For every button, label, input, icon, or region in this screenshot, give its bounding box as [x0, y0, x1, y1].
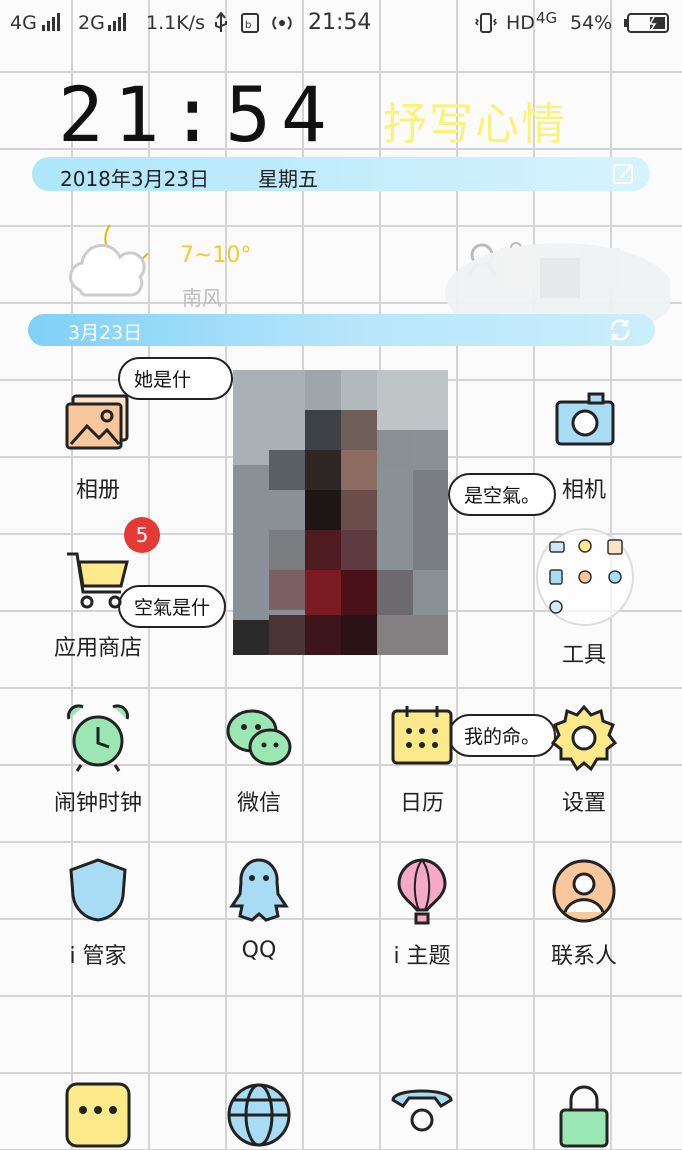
date-bar[interactable]: 2018年3月23日 星期五	[32, 157, 650, 191]
refresh-icon[interactable]	[607, 317, 633, 343]
app-label-imanager: i 管家	[69, 944, 127, 969]
app-label-itheme: i 主题	[393, 944, 451, 969]
status-bar: 4G 2G 1.1K/s b 21:54 HD 4G 54%	[0, 0, 682, 46]
app-label-store: 应用商店	[53, 636, 142, 661]
date-text: 2018年3月23日	[60, 167, 210, 191]
app-label-qq: QQ	[241, 938, 277, 963]
app-phone[interactable]	[352, 1080, 492, 1150]
app-camera[interactable]: 相机	[514, 390, 654, 504]
network-2g-label: 2G	[78, 12, 105, 34]
app-label-wechat: 微信	[236, 791, 281, 816]
network-4g-label-2: 4G	[536, 9, 558, 27]
tools-folder-icons	[549, 539, 623, 614]
vibrate-icon	[474, 13, 498, 33]
app-label-camera: 相机	[561, 478, 606, 503]
globe-icon	[227, 1083, 291, 1147]
app-browser[interactable]	[189, 1080, 329, 1150]
clock-widget-time[interactable]: 21:54	[58, 70, 337, 159]
app-store[interactable]: 应用商店	[28, 548, 168, 662]
app-label-calendar: 日历	[399, 791, 444, 816]
app-messages[interactable]	[28, 1080, 168, 1150]
svg-text:b: b	[245, 20, 251, 31]
weather-date: 3月23日	[68, 322, 143, 344]
temperature-range: 7~10°	[180, 243, 252, 268]
alarm-clock-icon	[67, 704, 129, 772]
app-itheme[interactable]: i 主题	[352, 856, 492, 970]
gallery-icon	[65, 394, 129, 450]
app-gallery[interactable]: 相册	[28, 390, 168, 504]
debug-icon: b	[241, 13, 259, 33]
gear-icon	[550, 704, 618, 772]
qq-penguin-icon	[229, 858, 289, 922]
app-label-alarm-clock: 闹钟时钟	[53, 791, 142, 816]
app-calendar[interactable]: 日历	[352, 703, 492, 817]
app-alarm-clock[interactable]: 闹钟时钟	[28, 703, 168, 817]
hotspot-icon	[272, 16, 292, 30]
app-label-tools: 工具	[561, 643, 606, 668]
calendar-icon	[391, 706, 453, 765]
person-icon	[552, 859, 616, 923]
network-speed: 1.1K/s	[146, 12, 205, 34]
mood-label[interactable]: 抒写心情	[383, 88, 567, 152]
battery-icon	[624, 13, 669, 33]
app-tools[interactable]: 工具	[514, 548, 654, 668]
weekday-text: 星期五	[258, 167, 318, 191]
hd-label: HD	[506, 12, 535, 34]
app-lock[interactable]	[514, 1080, 654, 1150]
app-label-settings: 设置	[561, 791, 606, 816]
cloudy-moon-icon[interactable]	[60, 215, 160, 305]
pixelated-photo-widget[interactable]	[233, 370, 448, 655]
camera-icon	[555, 392, 615, 446]
tools-folder[interactable]	[536, 528, 634, 626]
battery-percent: 54%	[570, 12, 613, 34]
notification-badge: 5	[124, 517, 160, 553]
shopping-cart-icon	[67, 552, 129, 609]
edit-icon[interactable]	[612, 162, 636, 186]
lock-icon	[559, 1085, 609, 1148]
weather-bar[interactable]: 3月23日	[28, 314, 655, 346]
app-qq[interactable]: QQ	[189, 856, 329, 963]
usb-icon	[215, 12, 227, 32]
signal-icon	[40, 12, 60, 31]
wechat-icon	[226, 709, 292, 766]
chat-bubble-icon	[65, 1082, 131, 1148]
app-label-contacts: 联系人	[550, 944, 617, 969]
app-contacts[interactable]: 联系人	[514, 856, 654, 970]
wind-direction: 南风	[182, 286, 222, 310]
status-time: 21:54	[308, 10, 372, 35]
network-4g-label: 4G	[10, 12, 37, 34]
app-imanager[interactable]: i 管家	[28, 856, 168, 970]
app-wechat[interactable]: 微信	[189, 703, 329, 817]
shield-icon	[69, 858, 127, 922]
hot-air-balloon-icon	[397, 858, 447, 925]
signal-icon-2	[106, 12, 126, 31]
app-settings[interactable]: 设置	[514, 703, 654, 817]
telephone-icon	[391, 1089, 453, 1132]
app-label-gallery: 相册	[75, 478, 120, 503]
